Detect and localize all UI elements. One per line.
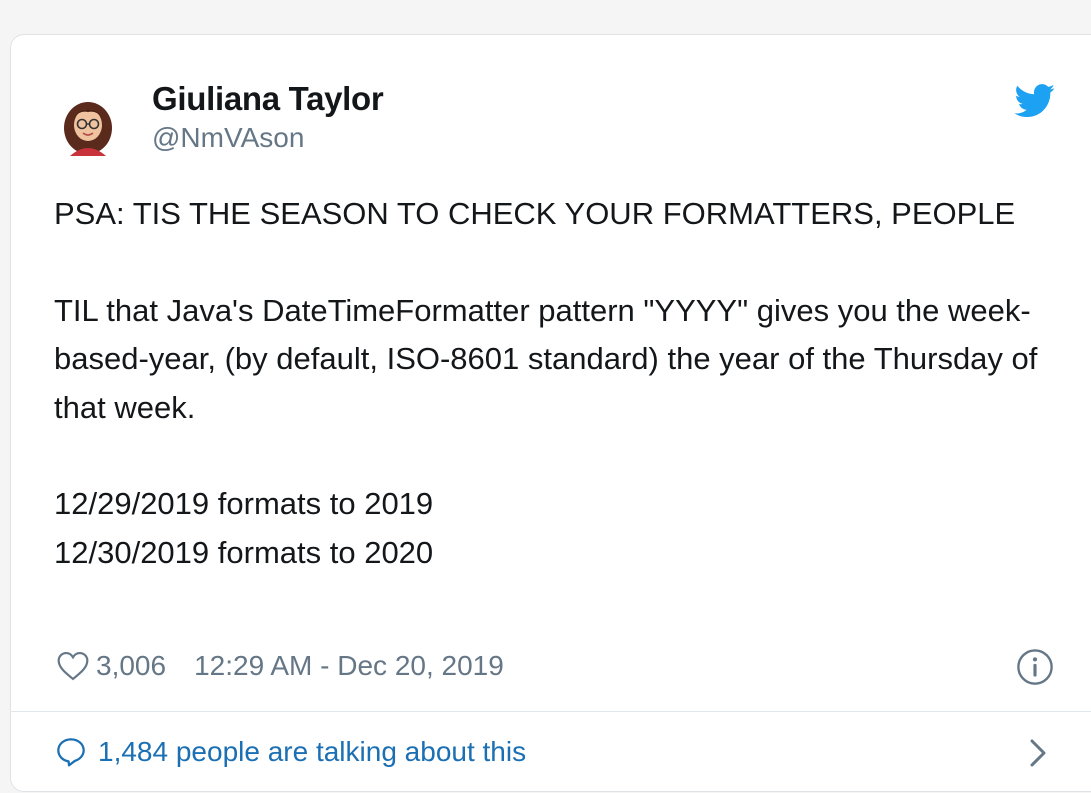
display-name[interactable]: Giuliana Taylor: [152, 80, 384, 118]
tweet-paragraph: PSA: TIS THE SEASON TO CHECK YOUR FORMAT…: [54, 196, 1016, 231]
tweet-text: PSA: TIS THE SEASON TO CHECK YOUR FORMAT…: [54, 190, 1064, 577]
info-icon[interactable]: [1016, 648, 1054, 686]
chevron-right-icon[interactable]: [1028, 738, 1048, 768]
like-count[interactable]: 3,006: [96, 650, 166, 682]
twitter-bird-icon[interactable]: [1014, 84, 1056, 118]
conversation-label[interactable]: 1,484 people are talking about this: [98, 736, 526, 768]
avatar[interactable]: [56, 92, 120, 156]
timestamp[interactable]: 12:29 AM - Dec 20, 2019: [194, 650, 504, 682]
heart-icon[interactable]: [56, 651, 90, 681]
tweet-meta: 3,006 12:29 AM - Dec 20, 2019: [56, 646, 504, 686]
conversation-link[interactable]: 1,484 people are talking about this: [54, 732, 526, 772]
divider: [10, 711, 1091, 712]
tweet-paragraph: 12/29/2019 formats to 2019 12/30/2019 fo…: [54, 486, 434, 570]
comment-bubble-icon: [57, 738, 85, 767]
tweet-paragraph: TIL that Java's DateTimeFormatter patter…: [54, 292, 1038, 425]
user-handle[interactable]: @NmVAson: [152, 122, 304, 154]
